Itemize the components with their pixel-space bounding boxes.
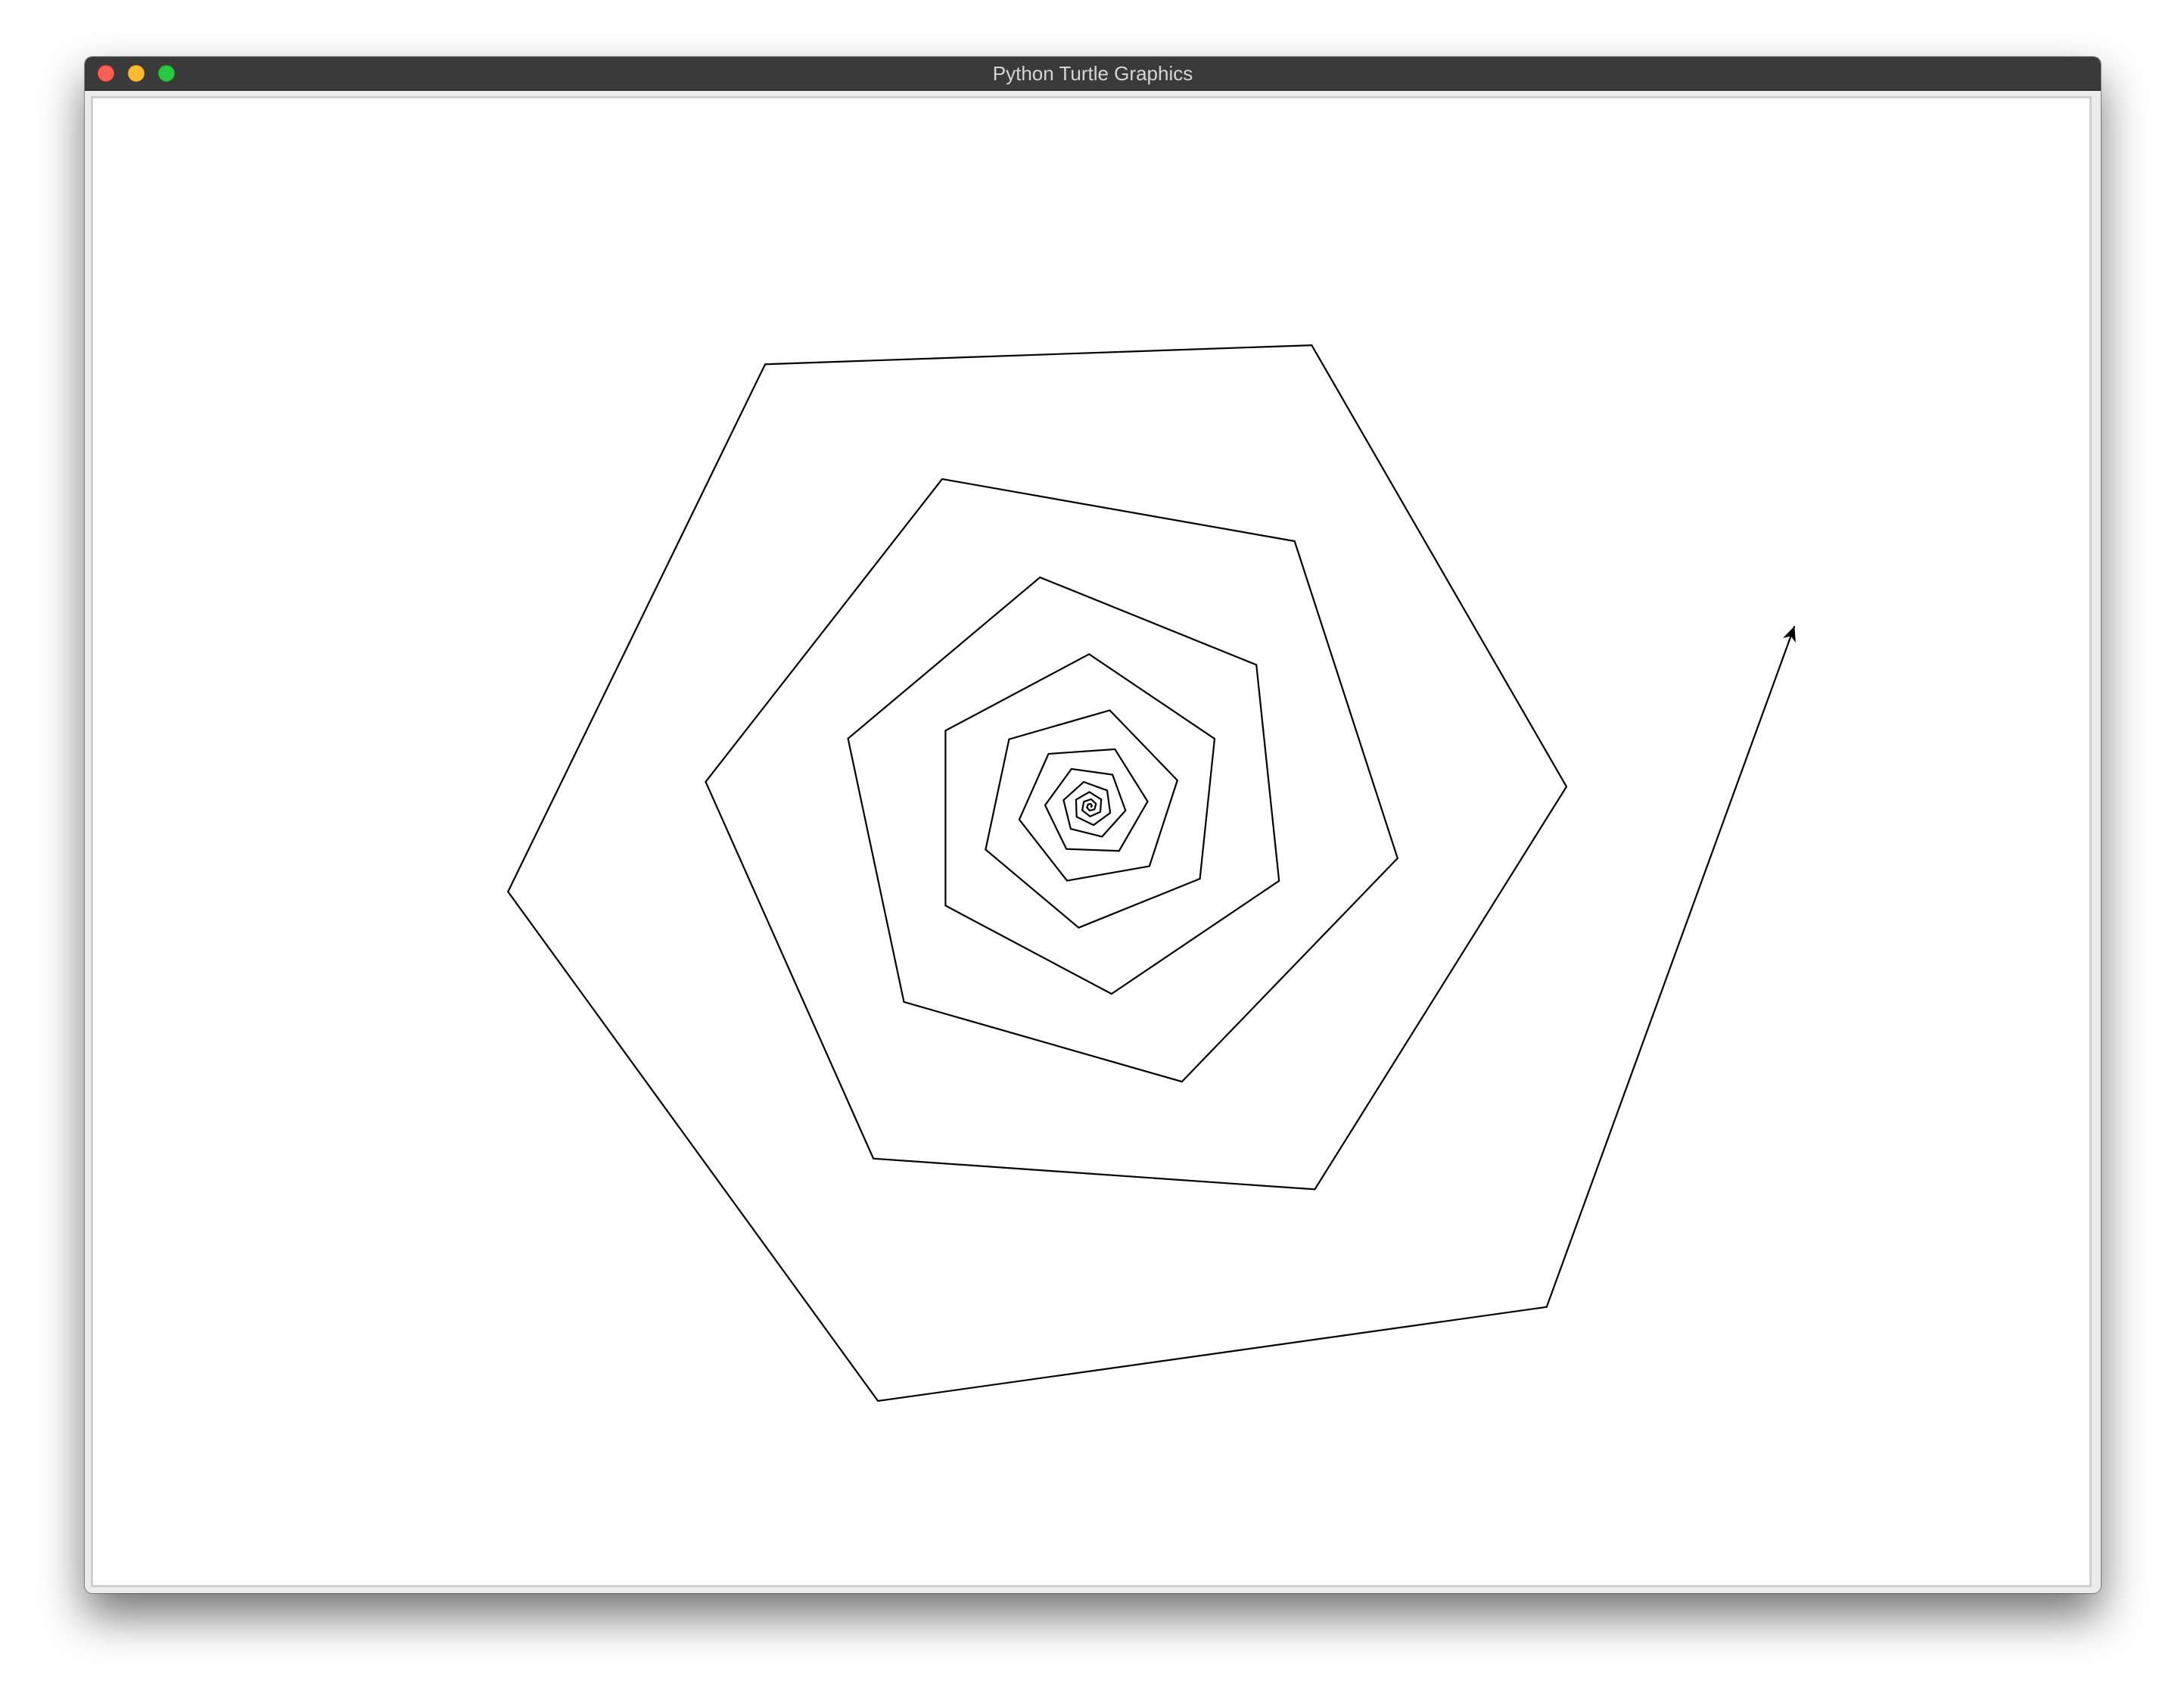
spiral-path: [507, 344, 1796, 1402]
arrow-icon: [1783, 626, 1796, 643]
window-title: Python Turtle Graphics: [992, 62, 1193, 85]
drawing-canvas[interactable]: [93, 98, 2089, 1585]
spiral-lines: [507, 344, 1796, 1402]
turtle-arrow-icon: [1783, 626, 1796, 643]
canvas-frame: [91, 96, 2092, 1587]
turtle-window: Python Turtle Graphics: [85, 57, 2101, 1593]
title-bar[interactable]: Python Turtle Graphics: [85, 57, 2101, 91]
